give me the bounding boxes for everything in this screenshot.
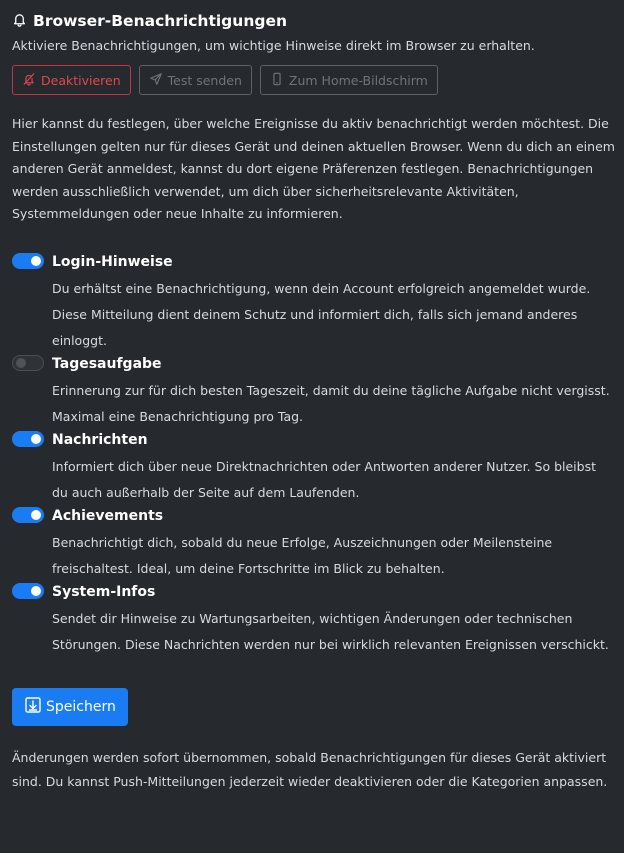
notification-settings-panel: Browser-Benachrichtigungen Aktiviere Ben… xyxy=(0,0,624,794)
header: Browser-Benachrichtigungen xyxy=(12,10,612,32)
save-button[interactable]: Speichern xyxy=(12,687,128,726)
setting-label: Login-Hinweise xyxy=(52,253,173,270)
intro-text: Hier kannst du festlegen, über welche Er… xyxy=(12,116,615,221)
page-title: Browser-Benachrichtigungen xyxy=(33,12,287,30)
setting-login-hints: Login-Hinweise Du erhältst eine Benachri… xyxy=(12,252,612,354)
messages-toggle[interactable] xyxy=(12,430,44,447)
mobile-icon xyxy=(270,72,284,89)
bell-icon xyxy=(12,12,27,30)
setting-description: Du erhältst eine Benachrichtigung, wenn … xyxy=(52,280,591,348)
test-send-button[interactable]: Test senden xyxy=(138,65,252,95)
setting-label: Nachrichten xyxy=(52,431,148,448)
deactivate-button[interactable]: Deaktivieren xyxy=(12,65,131,95)
save-label: Speichern xyxy=(46,698,116,715)
test-send-label: Test senden xyxy=(167,72,242,88)
setting-description: Informiert dich über neue Direktnachrich… xyxy=(52,458,597,500)
deactivate-label: Deaktivieren xyxy=(41,72,121,88)
setting-label: Achievements xyxy=(52,507,164,524)
setting-label: System-Infos xyxy=(52,583,156,600)
setting-achievements: Achievements Benachrichtigt dich, sobald… xyxy=(12,506,612,582)
bell-slash-icon xyxy=(22,72,36,89)
daily-task-toggle[interactable] xyxy=(12,354,44,371)
homescreen-label: Zum Home-Bildschirm xyxy=(288,72,428,88)
setting-daily-task: Tagesaufgabe Erinnerung zur für dich bes… xyxy=(12,354,612,430)
setting-description: Benachrichtigt dich, sobald du neue Erfo… xyxy=(52,534,553,576)
achievements-toggle[interactable] xyxy=(12,506,44,523)
footer-note: Änderungen werden sofort übernommen, sob… xyxy=(12,749,608,789)
download-box-icon xyxy=(24,696,42,718)
action-bar: Deaktivieren Test senden Zum Home-Bildsc… xyxy=(12,65,612,95)
login-hints-toggle[interactable] xyxy=(12,252,44,269)
setting-system-info: System-Infos Sendet dir Hinweise zu Wart… xyxy=(12,582,612,658)
send-icon xyxy=(149,72,163,89)
setting-label: Tagesaufgabe xyxy=(52,355,162,372)
add-to-homescreen-button[interactable]: Zum Home-Bildschirm xyxy=(259,65,438,95)
system-info-toggle[interactable] xyxy=(12,582,44,599)
setting-messages: Nachrichten Informiert dich über neue Di… xyxy=(12,430,612,506)
page-subtitle: Aktiviere Benachrichtigungen, um wichtig… xyxy=(12,38,535,53)
setting-description: Sendet dir Hinweise zu Wartungsarbeiten,… xyxy=(52,610,609,652)
setting-description: Erinnerung zur für dich besten Tageszeit… xyxy=(52,382,610,424)
